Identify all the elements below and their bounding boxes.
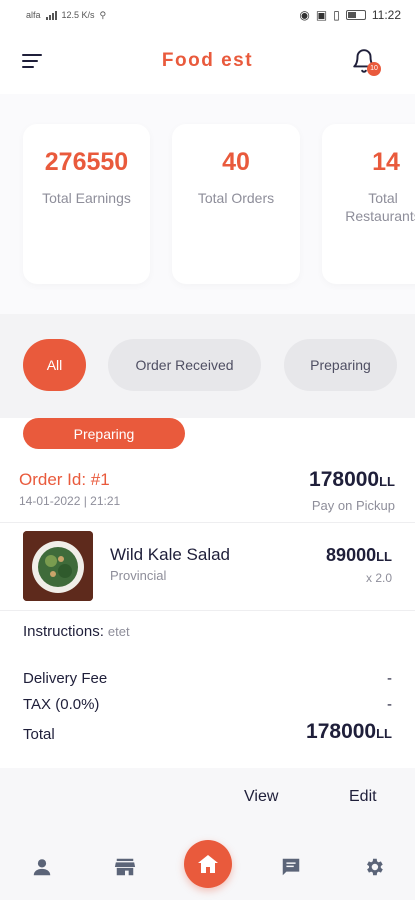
instructions: Instructions: etet — [23, 623, 130, 640]
usb-icon: ⚲ — [99, 9, 107, 20]
tax-row: TAX (0.0%) - — [23, 696, 392, 713]
home-button[interactable] — [184, 840, 232, 888]
delivery-fee-row: Delivery Fee - — [23, 670, 392, 687]
filter-order-received[interactable]: Order Received — [108, 339, 261, 391]
payment-method: Pay on Pickup — [311, 498, 395, 513]
order-total-amount: 178000 — [309, 468, 380, 491]
edit-button[interactable]: Edit — [349, 788, 377, 806]
order-actions: View Edit — [0, 768, 415, 830]
stat-value: 40 — [222, 148, 250, 176]
currency: LL — [376, 549, 392, 564]
delivery-fee-label: Delivery Fee — [23, 670, 108, 687]
chat-icon[interactable] — [280, 856, 302, 878]
stat-value: 14 — [372, 148, 400, 176]
total-amount: 178000 — [306, 720, 377, 743]
status-right: ◉ ▣ ▯ 11:22 — [299, 8, 401, 22]
item-quantity: x 2.0 — [365, 571, 392, 585]
divider — [0, 610, 415, 611]
profile-icon[interactable] — [31, 856, 53, 878]
home-icon — [198, 855, 218, 873]
notification-badge: 10 — [367, 62, 381, 76]
item-category: Provincial — [110, 568, 167, 583]
nfc-icon: ▣ — [315, 8, 328, 22]
item-image — [23, 531, 93, 601]
item-price: 89000LL — [326, 545, 392, 566]
tax-value: - — [387, 696, 392, 713]
order-card[interactable]: Preparing Order Id: #1 14-01-2022 | 21:2… — [0, 418, 415, 768]
order-date: 14-01-2022 | 21:21 — [19, 494, 121, 508]
order-total: 178000LL — [309, 468, 395, 492]
order-status-badge: Preparing — [23, 418, 185, 449]
divider — [0, 522, 415, 523]
stat-card-orders: 40 Total Orders — [172, 124, 300, 284]
stat-value: 276550 — [44, 148, 129, 176]
total-label: Total — [23, 726, 55, 743]
stat-label: Total Orders — [197, 190, 275, 206]
app-header: Food est 10 — [0, 30, 415, 94]
status-left: alfa 12.5 K/s ⚲ — [26, 10, 106, 21]
clock: 11:22 — [371, 8, 401, 22]
delivery-fee-value: - — [387, 670, 392, 687]
total-row: Total 178000LL — [23, 720, 392, 743]
order-id: Order Id: #1 — [19, 470, 110, 489]
item-name: Wild Kale Salad — [110, 545, 231, 564]
carrier-label: alfa — [26, 10, 41, 20]
stat-label: Total Restaurants — [345, 190, 415, 224]
store-icon[interactable] — [114, 856, 136, 878]
signal-icon — [45, 10, 57, 20]
stat-label: Total Earnings — [42, 190, 131, 206]
stat-card-restaurants: 14 Total Restaurants — [322, 124, 415, 284]
filter-preparing[interactable]: Preparing — [284, 339, 397, 391]
battery-icon — [345, 10, 366, 20]
view-button[interactable]: View — [244, 788, 278, 806]
stat-card-earnings: 276550 Total Earnings — [23, 124, 150, 284]
notifications-button[interactable]: 10 — [351, 48, 381, 78]
vibrate-icon: ▯ — [333, 8, 340, 22]
item-price-amount: 89000 — [326, 545, 377, 565]
bottom-nav — [0, 830, 415, 900]
settings-icon[interactable] — [363, 856, 385, 878]
stats-row: 276550 Total Earnings 40 Total Orders 14… — [0, 94, 415, 314]
currency: LL — [379, 474, 395, 489]
instructions-label: Instructions: — [23, 623, 104, 640]
instructions-value: etet — [107, 624, 130, 639]
eye-icon: ◉ — [299, 8, 310, 22]
currency: LL — [376, 726, 392, 741]
total-value: 178000LL — [306, 720, 392, 744]
tax-label: TAX (0.0%) — [23, 696, 100, 713]
filter-all[interactable]: All — [23, 339, 86, 391]
network-speed: 12.5 K/s — [61, 10, 95, 20]
status-bar: alfa 12.5 K/s ⚲ ◉ ▣ ▯ 11:22 — [0, 0, 415, 30]
